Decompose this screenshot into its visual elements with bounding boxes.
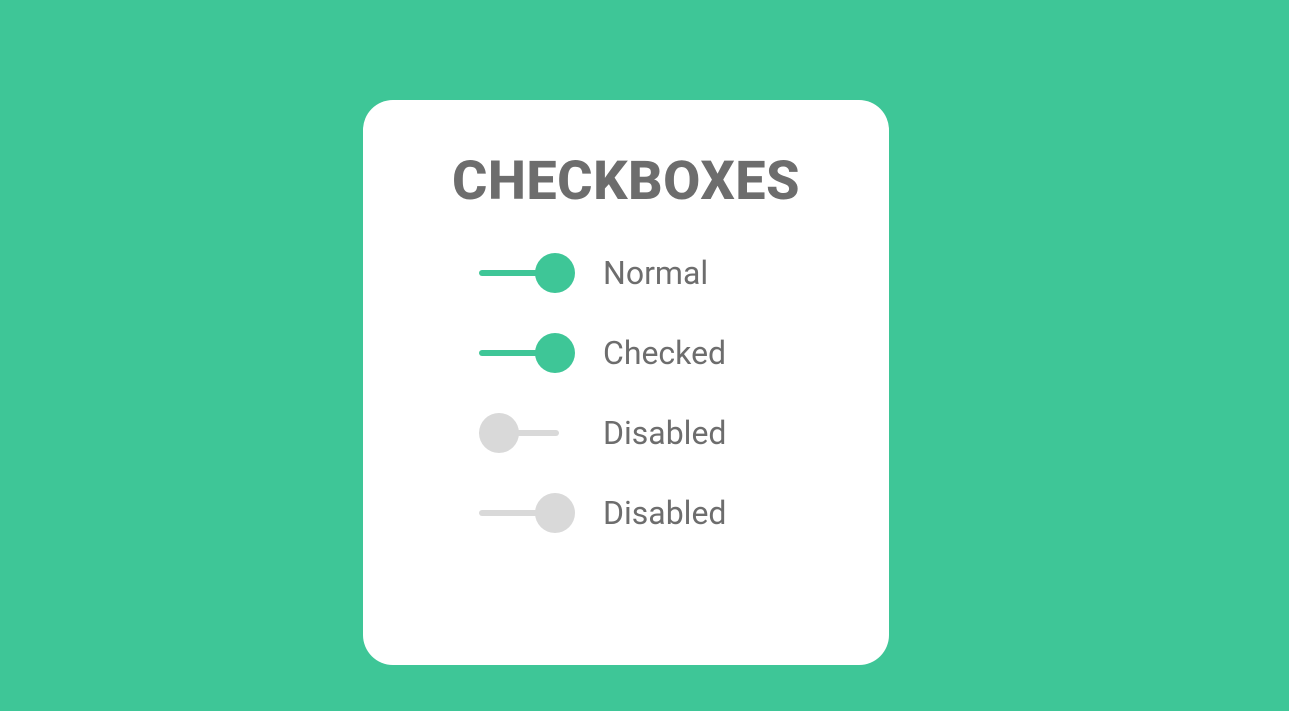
toggle-disabled-off <box>479 413 575 453</box>
toggle-row-disabled-off: Disabled <box>479 413 841 453</box>
toggle-normal[interactable] <box>479 253 575 293</box>
toggle-knob <box>535 333 575 373</box>
toggle-label-disabled-off: Disabled <box>603 414 726 452</box>
toggle-label-normal: Normal <box>603 254 708 292</box>
toggle-knob <box>479 413 519 453</box>
toggle-label-checked: Checked <box>603 334 726 372</box>
toggle-disabled-on <box>479 493 575 533</box>
card-title: CHECKBOXES <box>411 150 841 213</box>
toggle-row-normal: Normal <box>479 253 841 293</box>
toggle-knob <box>535 493 575 533</box>
checkbox-demo-card: CHECKBOXES Normal Checked <box>363 100 889 665</box>
toggle-row-disabled-on: Disabled <box>479 493 841 533</box>
toggle-knob <box>535 253 575 293</box>
toggle-label-disabled-on: Disabled <box>603 494 726 532</box>
app-background: CHECKBOXES Normal Checked <box>0 0 1289 711</box>
toggle-list: Normal Checked Disabled <box>411 253 841 533</box>
toggle-row-checked: Checked <box>479 333 841 373</box>
toggle-checked[interactable] <box>479 333 575 373</box>
